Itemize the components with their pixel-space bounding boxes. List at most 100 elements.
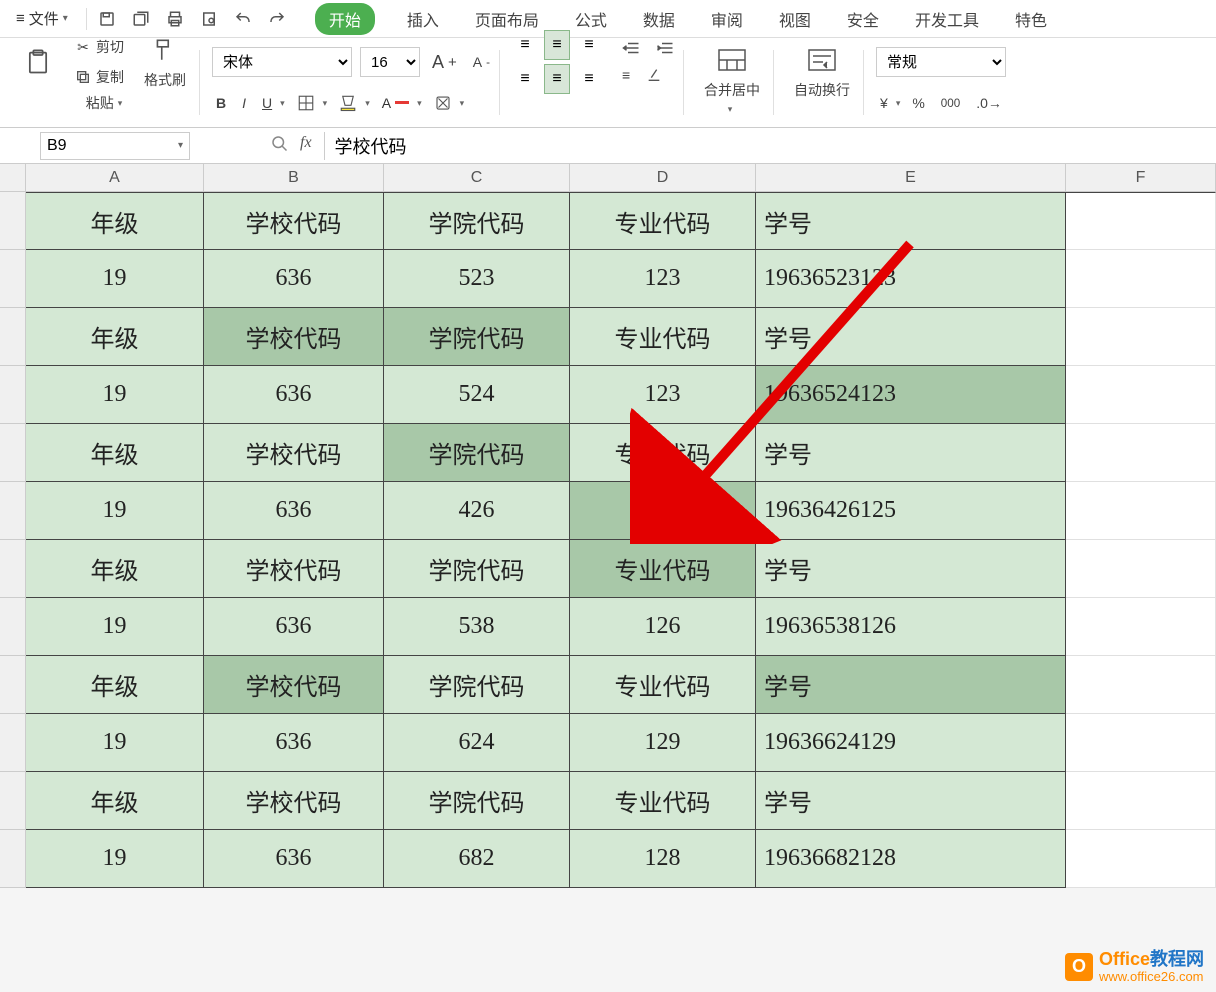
cell[interactable]: 426 xyxy=(384,482,570,540)
cell[interactable]: 学号 xyxy=(756,772,1066,830)
column-header[interactable]: F xyxy=(1066,164,1216,192)
row-header[interactable] xyxy=(0,714,26,772)
tab-security[interactable]: 安全 xyxy=(843,1,883,37)
cell[interactable]: 学校代码 xyxy=(204,772,384,830)
print-icon[interactable] xyxy=(165,9,185,29)
cell[interactable]: 624 xyxy=(384,714,570,772)
chevron-down-icon[interactable]: ▾ xyxy=(280,98,285,109)
align-top-right[interactable]: ≡ xyxy=(576,30,602,60)
tab-insert[interactable]: 插入 xyxy=(403,1,443,37)
cell[interactable]: 专业代码 xyxy=(570,424,756,482)
cell[interactable]: 19 xyxy=(26,366,204,424)
tab-data[interactable]: 数据 xyxy=(639,1,679,37)
cell[interactable] xyxy=(1066,192,1216,250)
cell[interactable]: 年级 xyxy=(26,424,204,482)
cell[interactable]: 636 xyxy=(204,714,384,772)
underline-button[interactable]: U xyxy=(258,93,276,113)
cell[interactable]: 学号 xyxy=(756,308,1066,366)
tab-special[interactable]: 特色 xyxy=(1011,1,1051,37)
cell[interactable]: 19636426125 xyxy=(756,482,1066,540)
select-all-corner[interactable] xyxy=(0,164,26,192)
cell[interactable]: 636 xyxy=(204,250,384,308)
cell[interactable]: 学号 xyxy=(756,656,1066,714)
cell[interactable]: 538 xyxy=(384,598,570,656)
chevron-down-icon[interactable]: ▾ xyxy=(728,104,733,115)
cell[interactable]: 学号 xyxy=(756,540,1066,598)
cell[interactable]: 年级 xyxy=(26,540,204,598)
row-header[interactable] xyxy=(0,308,26,366)
name-box[interactable]: B9 ▾ xyxy=(40,132,190,160)
tab-review[interactable]: 审阅 xyxy=(707,1,747,37)
cell[interactable]: 123 xyxy=(570,366,756,424)
cell[interactable]: 19 xyxy=(26,830,204,888)
font-name-select[interactable]: 宋体 xyxy=(212,47,352,77)
cell[interactable] xyxy=(1066,424,1216,482)
cell[interactable]: 学号 xyxy=(756,192,1066,250)
row-header[interactable] xyxy=(0,772,26,830)
increase-decimal-button[interactable]: .0→ xyxy=(972,93,1006,113)
file-menu[interactable]: ≡ 文件 ▾ xyxy=(8,4,76,33)
chevron-down-icon[interactable]: ▾ xyxy=(460,98,465,109)
cell[interactable]: 524 xyxy=(384,366,570,424)
cell[interactable]: 学院代码 xyxy=(384,656,570,714)
align-top-center[interactable]: ≡ xyxy=(544,30,570,60)
increase-indent-button[interactable] xyxy=(652,39,678,57)
redo-icon[interactable] xyxy=(267,9,287,29)
align-bottom-center[interactable]: ≡ xyxy=(544,64,570,94)
cell[interactable]: 学院代码 xyxy=(384,192,570,250)
row-header[interactable] xyxy=(0,424,26,482)
tab-view[interactable]: 视图 xyxy=(775,1,815,37)
cell[interactable]: 学号 xyxy=(756,424,1066,482)
cell[interactable]: 学校代码 xyxy=(204,308,384,366)
save-icon[interactable] xyxy=(97,9,117,29)
row-header[interactable] xyxy=(0,366,26,424)
cell[interactable] xyxy=(1066,250,1216,308)
cell[interactable]: 19 xyxy=(26,598,204,656)
tab-home[interactable]: 开始 xyxy=(315,3,375,35)
cell[interactable] xyxy=(1066,656,1216,714)
row-header[interactable] xyxy=(0,540,26,598)
cell[interactable] xyxy=(1066,366,1216,424)
cell[interactable]: 636 xyxy=(204,482,384,540)
cell[interactable]: 523 xyxy=(384,250,570,308)
cell[interactable]: 年级 xyxy=(26,656,204,714)
cell[interactable]: 专业代码 xyxy=(570,540,756,598)
cell[interactable]: 学院代码 xyxy=(384,540,570,598)
format-painter-button[interactable]: 格式刷 xyxy=(136,34,194,90)
merge-center-button[interactable]: 合并居中▾ xyxy=(696,44,768,115)
bold-button[interactable]: B xyxy=(212,93,230,113)
comma-button[interactable]: 000 xyxy=(937,95,964,112)
cell[interactable] xyxy=(1066,308,1216,366)
cell[interactable] xyxy=(1066,540,1216,598)
cell[interactable]: 学院代码 xyxy=(384,772,570,830)
percent-button[interactable]: % xyxy=(908,93,928,113)
save-as-icon[interactable] xyxy=(131,9,151,29)
cell[interactable]: 123 xyxy=(570,250,756,308)
cell[interactable]: 19636523123 xyxy=(756,250,1066,308)
cell[interactable]: 19 xyxy=(26,250,204,308)
cell[interactable]: 学院代码 xyxy=(384,424,570,482)
italic-button[interactable]: I xyxy=(238,93,250,113)
cell[interactable] xyxy=(1066,598,1216,656)
row-header[interactable] xyxy=(0,656,26,714)
undo-icon[interactable] xyxy=(233,9,253,29)
decrease-indent-button[interactable] xyxy=(618,39,644,57)
row-header[interactable] xyxy=(0,598,26,656)
cell[interactable] xyxy=(1066,482,1216,540)
justify-button[interactable]: ≡ xyxy=(618,65,634,85)
chevron-down-icon[interactable]: ▾ xyxy=(365,98,370,109)
fx-icon[interactable]: fx xyxy=(300,134,312,157)
column-header[interactable]: B xyxy=(204,164,384,192)
cell[interactable]: 学校代码 xyxy=(204,424,384,482)
print-preview-icon[interactable] xyxy=(199,9,219,29)
cell[interactable]: 专业代码 xyxy=(570,308,756,366)
wrap-text-button[interactable]: 自动换行 xyxy=(786,44,858,100)
cell[interactable]: 专业代码 xyxy=(570,656,756,714)
cell[interactable]: 学校代码 xyxy=(204,540,384,598)
row-header[interactable] xyxy=(0,250,26,308)
cell[interactable]: 128 xyxy=(570,830,756,888)
chevron-down-icon[interactable]: ▾ xyxy=(323,98,328,109)
cell[interactable] xyxy=(1066,830,1216,888)
number-format-select[interactable]: 常规 xyxy=(876,47,1006,77)
align-bottom-right[interactable]: ≡ xyxy=(576,64,602,94)
